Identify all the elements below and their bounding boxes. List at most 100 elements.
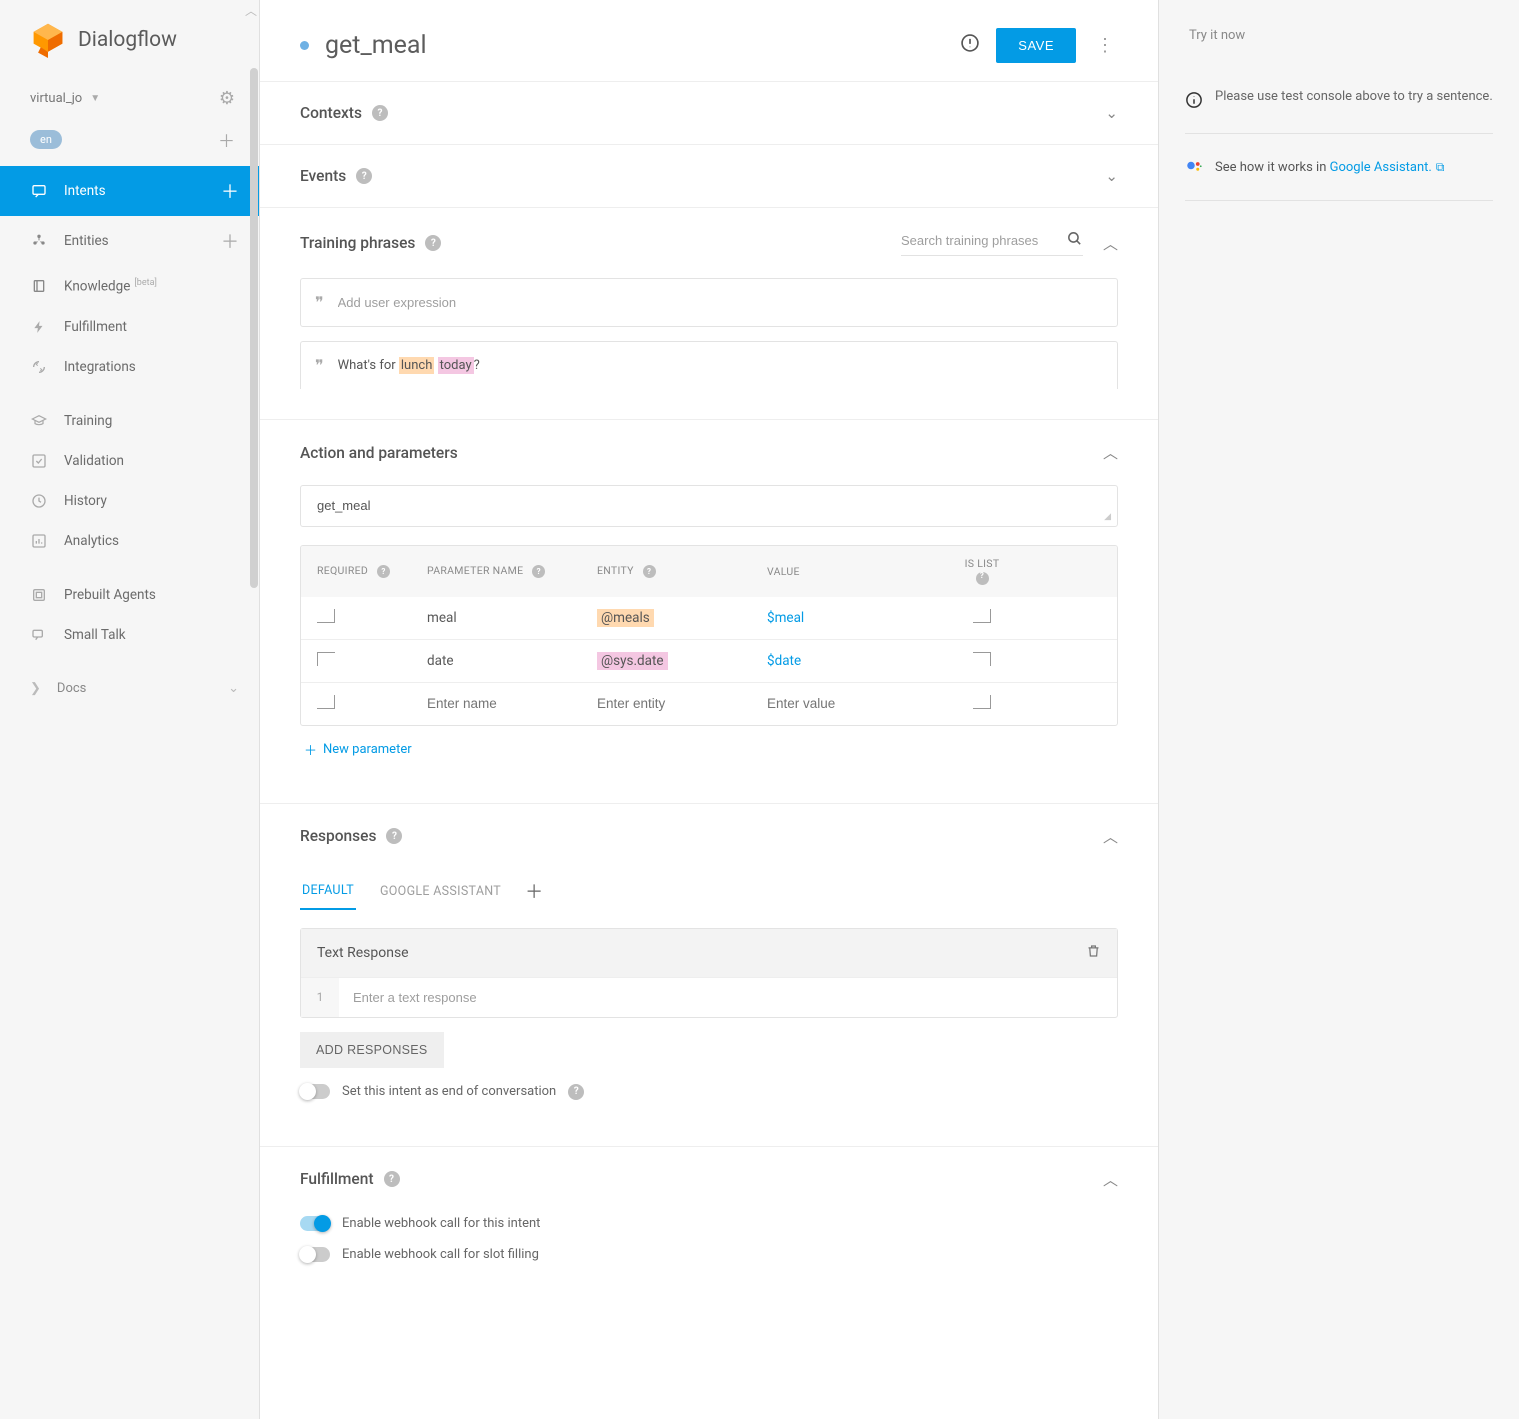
param-value[interactable]: $meal <box>767 610 804 626</box>
chevron-down-icon: ⌄ <box>228 681 239 696</box>
help-icon[interactable]: ? <box>643 565 656 578</box>
sidebar-scrollbar[interactable] <box>249 68 259 768</box>
nav-docs[interactable]: ❯ Docs ⌄ <box>0 669 259 708</box>
training-phrase-text[interactable]: What's for lunch today? <box>338 358 480 373</box>
chevron-up-icon[interactable]: ︿ <box>1103 1169 1118 1190</box>
islist-checkbox[interactable] <box>973 652 991 666</box>
add-expression-box[interactable]: ❞ <box>300 278 1118 327</box>
help-icon[interactable]: ? <box>425 235 441 251</box>
chevron-down-icon[interactable]: ⌄ <box>1105 167 1118 185</box>
add-entity-icon[interactable]: ＋ <box>221 228 239 254</box>
nav-integrations[interactable]: Integrations <box>0 347 259 387</box>
add-responses-button[interactable]: ADD RESPONSES <box>300 1032 444 1068</box>
nav-history[interactable]: History <box>0 481 259 521</box>
param-name[interactable]: meal <box>427 610 597 626</box>
table-row[interactable]: meal@meals $meal <box>301 597 1117 639</box>
ga-link[interactable]: Google Assistant. <box>1330 160 1432 175</box>
toggle-webhook-intent[interactable] <box>300 1216 330 1231</box>
sidebar-collapse-arrow[interactable]: ︿ <box>245 2 257 19</box>
table-header-row: REQUIRED ? PARAMETER NAME ? ENTITY ? VAL… <box>301 546 1117 597</box>
save-button[interactable]: SAVE <box>996 28 1076 63</box>
help-icon[interactable]: ? <box>377 565 390 578</box>
trash-icon[interactable] <box>1086 943 1101 963</box>
help-icon[interactable]: ? <box>372 105 388 121</box>
info-icon <box>1185 91 1203 113</box>
language-pill[interactable]: en <box>30 130 62 149</box>
nav-fulfillment[interactable]: Fulfillment <box>0 307 259 347</box>
new-parameter-button[interactable]: ＋New parameter <box>300 726 416 773</box>
try-it-now-input[interactable]: Try it now <box>1159 0 1519 59</box>
required-checkbox[interactable] <box>317 652 335 666</box>
param-value[interactable]: $date <box>767 653 801 669</box>
kebab-menu-icon[interactable]: ⋮ <box>1092 35 1118 56</box>
bolt-icon <box>30 319 48 335</box>
help-icon[interactable]: ? <box>976 572 989 585</box>
tab-google-assistant[interactable]: GOOGLE ASSISTANT <box>378 874 503 909</box>
tab-default[interactable]: DEFAULT <box>300 873 356 910</box>
toggle-webhook-slot[interactable] <box>300 1247 330 1262</box>
checkbox-icon[interactable] <box>973 695 991 709</box>
nav-prebuilt[interactable]: Prebuilt Agents <box>0 575 259 615</box>
help-icon[interactable]: ? <box>532 565 545 578</box>
param-name-input[interactable] <box>427 696 597 711</box>
help-icon[interactable]: ? <box>386 828 402 844</box>
param-name[interactable]: date <box>427 653 597 669</box>
chevron-down-icon: ▼ <box>90 93 100 104</box>
param-entity-input[interactable] <box>597 696 767 711</box>
add-language-icon[interactable]: ＋ <box>218 127 235 152</box>
section-title: Action and parameters <box>300 444 458 462</box>
nav-label: Small Talk <box>64 627 126 643</box>
training-search[interactable] <box>901 230 1083 256</box>
checkbox-icon[interactable] <box>317 695 335 709</box>
table-row[interactable]: date@sys.date $date <box>301 639 1117 682</box>
webhook-slot-row: Enable webhook call for slot filling <box>300 1247 1118 1278</box>
chevron-down-icon[interactable]: ⌄ <box>1105 104 1118 122</box>
help-icon[interactable]: ? <box>356 168 372 184</box>
action-name-input[interactable] <box>317 498 1101 513</box>
add-intent-icon[interactable]: ＋ <box>221 178 239 204</box>
google-assistant-icon <box>1185 158 1203 176</box>
highlight-entity-meal[interactable]: lunch <box>399 357 434 374</box>
required-checkbox[interactable] <box>317 609 335 623</box>
table-row-placeholder[interactable] <box>301 682 1117 725</box>
nav-analytics[interactable]: Analytics <box>0 521 259 561</box>
nav-intents[interactable]: Intents ＋ <box>0 166 259 216</box>
training-phrase-row[interactable]: ❞ What's for lunch today? <box>300 341 1118 389</box>
add-expression-input[interactable] <box>338 295 1103 310</box>
nav-smalltalk[interactable]: Small Talk <box>0 615 259 655</box>
section-title: Contexts <box>300 104 362 122</box>
search-icon[interactable] <box>1066 230 1083 251</box>
nav-entities[interactable]: Entities ＋ <box>0 216 259 266</box>
gear-icon[interactable]: ⚙ <box>219 88 235 109</box>
intent-title[interactable]: get_meal <box>325 31 427 60</box>
chevron-up-icon[interactable]: ︿ <box>1103 233 1118 254</box>
logo-row[interactable]: Dialogflow <box>0 0 259 80</box>
toggle-end-conversation[interactable] <box>300 1084 330 1099</box>
chevron-up-icon[interactable]: ︿ <box>1103 826 1118 847</box>
warning-icon[interactable] <box>960 33 980 58</box>
highlight-entity-date[interactable]: today <box>438 357 474 374</box>
search-input[interactable] <box>901 233 1056 248</box>
section-title: Responses <box>300 827 376 845</box>
nav-knowledge[interactable]: Knowledge[beta] <box>0 266 259 307</box>
resize-handle-icon[interactable]: ◢ <box>1104 512 1111 522</box>
agent-selector[interactable]: virtual_jo ▼ ⚙ <box>0 80 259 119</box>
help-icon[interactable]: ? <box>384 1171 400 1187</box>
chat-icon <box>30 183 48 199</box>
response-row[interactable]: 1 <box>301 977 1117 1017</box>
help-icon[interactable]: ? <box>568 1084 584 1100</box>
islist-checkbox[interactable] <box>973 609 991 623</box>
response-input[interactable] <box>339 978 1117 1017</box>
section-contexts[interactable]: Contexts ? ⌄ <box>300 82 1118 144</box>
add-tab-icon[interactable]: ＋ <box>525 878 543 904</box>
entity-chip[interactable]: @meals <box>597 609 654 627</box>
param-value-input[interactable] <box>767 696 937 711</box>
nav-training[interactable]: Training <box>0 401 259 441</box>
nav-validation[interactable]: Validation <box>0 441 259 481</box>
chart-icon <box>30 533 48 549</box>
action-name-input-wrap[interactable]: ◢ <box>300 485 1118 527</box>
entity-chip[interactable]: @sys.date <box>597 652 668 670</box>
section-events[interactable]: Events ? ⌄ <box>300 145 1118 207</box>
agent-name: virtual_jo <box>30 91 82 106</box>
chevron-up-icon[interactable]: ︿ <box>1103 442 1118 463</box>
